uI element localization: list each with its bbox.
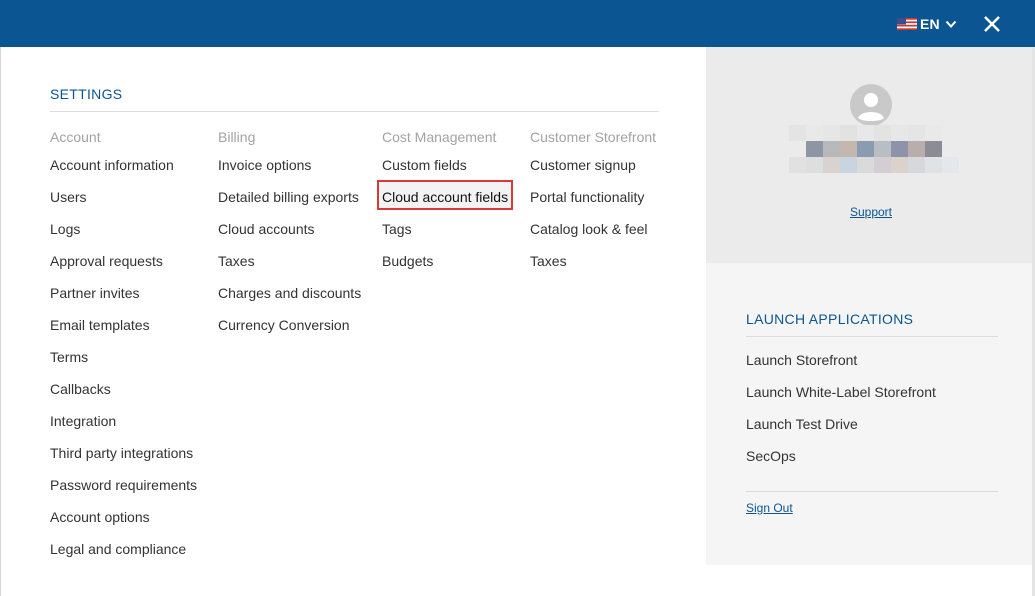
top-bar [0, 0, 1035, 47]
menu-item-integration[interactable]: Integration [50, 413, 116, 429]
menu-item-third-party-integrations[interactable]: Third party integrations [50, 445, 193, 461]
menu-item-customer-signup[interactable]: Customer signup [530, 157, 636, 173]
us-flag-icon [897, 18, 917, 30]
menu-item-currency-conversion[interactable]: Currency Conversion [218, 317, 350, 333]
language-code: EN [920, 16, 940, 32]
menu-item-password-requirements[interactable]: Password requirements [50, 477, 197, 493]
menu-item-billing-taxes[interactable]: Taxes [218, 253, 255, 269]
support-link[interactable]: Support [706, 205, 1035, 219]
settings-divider [50, 111, 659, 112]
column-heading-customer-storefront: Customer Storefront [530, 129, 657, 145]
menu-item-portal-functionality[interactable]: Portal functionality [530, 189, 644, 205]
column-heading-billing: Billing [218, 129, 256, 145]
settings-column-billing: Billing Invoice options Detailed billing… [218, 128, 361, 341]
menu-item-email-templates[interactable]: Email templates [50, 317, 150, 333]
menu-item-legal-and-compliance[interactable]: Legal and compliance [50, 541, 186, 557]
menu-item-tags[interactable]: Tags [382, 221, 412, 237]
user-avatar-icon [850, 84, 892, 126]
language-selector[interactable]: EN [897, 13, 957, 35]
menu-item-approval-requests[interactable]: Approval requests [50, 253, 163, 269]
column-heading-cost-management: Cost Management [382, 129, 497, 145]
menu-item-charges-and-discounts[interactable]: Charges and discounts [218, 285, 361, 301]
column-heading-account: Account [50, 129, 101, 145]
menu-item-cloud-accounts[interactable]: Cloud accounts [218, 221, 315, 237]
menu-item-account-information[interactable]: Account information [50, 157, 174, 173]
settings-title: SETTINGS [50, 86, 123, 102]
menu-item-custom-fields[interactable]: Custom fields [382, 157, 467, 173]
menu-item-detailed-billing-exports[interactable]: Detailed billing exports [218, 189, 359, 205]
launch-list: Launch Storefront Launch White-Label Sto… [746, 344, 936, 472]
menu-item-users[interactable]: Users [50, 189, 87, 205]
settings-column-customer-storefront: Customer Storefront Customer signup Port… [530, 128, 656, 277]
launch-test-drive-link[interactable]: Launch Test Drive [746, 408, 936, 440]
menu-item-invoice-options[interactable]: Invoice options [218, 157, 311, 173]
settings-column-account: Account Account information Users Logs A… [50, 128, 197, 565]
chevron-down-icon [945, 20, 957, 28]
close-icon[interactable] [980, 12, 1004, 36]
secops-link[interactable]: SecOps [746, 440, 936, 472]
menu-item-budgets[interactable]: Budgets [382, 253, 433, 269]
menu-item-account-options[interactable]: Account options [50, 509, 150, 525]
redacted-user-info [789, 125, 959, 173]
frame-border-left [0, 47, 1, 596]
settings-column-cost-management: Cost Management Custom fields Cloud acco… [382, 128, 508, 277]
menu-item-cloud-account-fields[interactable]: Cloud account fields [382, 189, 508, 205]
menu-item-logs[interactable]: Logs [50, 221, 80, 237]
sign-out-divider [746, 491, 998, 492]
menu-item-catalog-look-and-feel[interactable]: Catalog look & feel [530, 221, 648, 237]
menu-item-terms[interactable]: Terms [50, 349, 88, 365]
menu-item-callbacks[interactable]: Callbacks [50, 381, 111, 397]
launch-white-label-storefront-link[interactable]: Launch White-Label Storefront [746, 376, 936, 408]
launch-storefront-link[interactable]: Launch Storefront [746, 344, 936, 376]
launch-divider [746, 336, 998, 337]
sign-out-link[interactable]: Sign Out [746, 501, 793, 515]
menu-item-partner-invites[interactable]: Partner invites [50, 285, 139, 301]
menu-item-storefront-taxes[interactable]: Taxes [530, 253, 567, 269]
launch-applications-title: LAUNCH APPLICATIONS [746, 311, 914, 327]
